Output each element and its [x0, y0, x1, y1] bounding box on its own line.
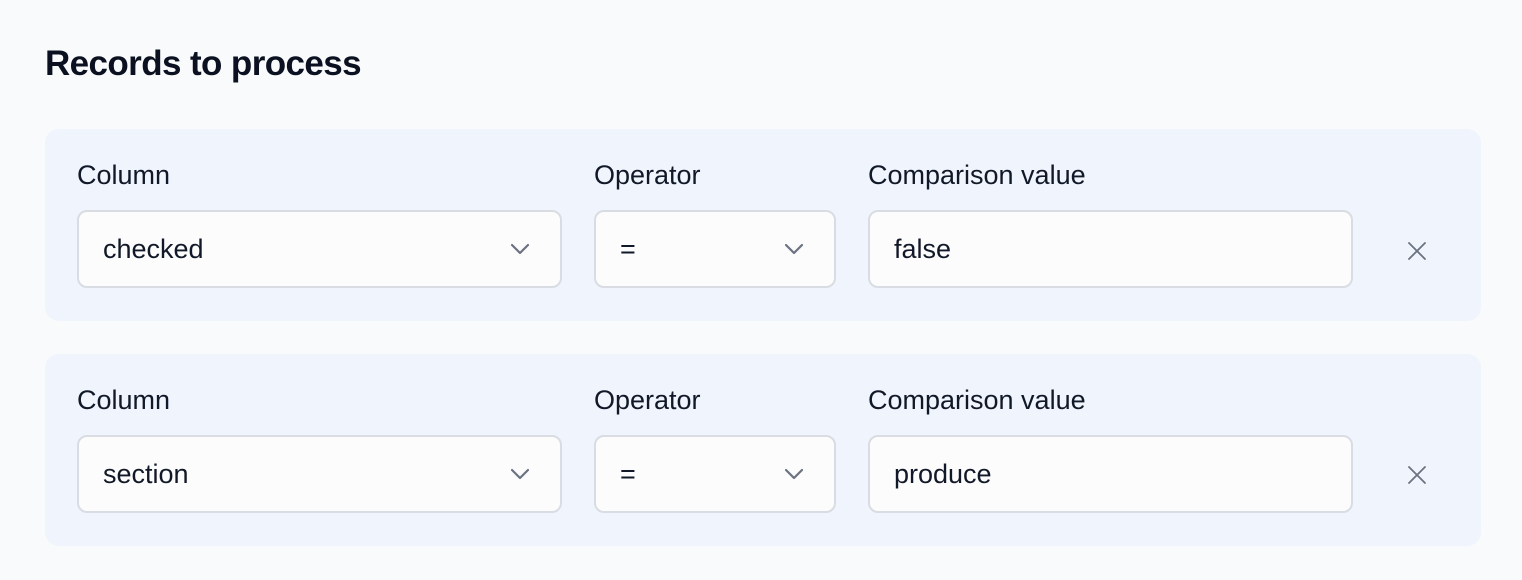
column-select[interactable]: checked: [77, 210, 562, 288]
filter-row: Column Operator Comparison value section…: [45, 354, 1481, 546]
close-icon: [1408, 242, 1426, 260]
comparison-value-label: Comparison value: [868, 160, 1086, 190]
column-select-value: section: [103, 459, 189, 489]
filter-row: Column Operator Comparison value checked…: [45, 129, 1481, 321]
comparison-value-input[interactable]: false: [868, 210, 1353, 288]
section-title: Records to process: [45, 44, 362, 83]
column-select-value: checked: [103, 234, 204, 264]
comparison-value-text: produce: [894, 459, 992, 489]
operator-label: Operator: [594, 160, 701, 190]
chevron-down-icon: [510, 243, 530, 255]
chevron-down-icon: [510, 468, 530, 480]
operator-select[interactable]: =: [594, 435, 836, 513]
column-select[interactable]: section: [77, 435, 562, 513]
comparison-value-text: false: [894, 234, 952, 264]
operator-select-value: =: [620, 459, 636, 489]
chevron-down-icon: [784, 243, 804, 255]
close-icon: [1408, 466, 1426, 484]
comparison-value-label: Comparison value: [868, 385, 1086, 415]
operator-label: Operator: [594, 385, 701, 415]
operator-select-value: =: [620, 234, 636, 264]
remove-filter-button[interactable]: [1399, 457, 1435, 493]
column-label: Column: [77, 385, 171, 415]
operator-select[interactable]: =: [594, 210, 836, 288]
remove-filter-button[interactable]: [1399, 233, 1435, 269]
records-filter-panel: Records to process Column Operator Compa…: [0, 0, 1522, 580]
column-label: Column: [77, 160, 171, 190]
chevron-down-icon: [784, 468, 804, 480]
comparison-value-input[interactable]: produce: [868, 435, 1353, 513]
